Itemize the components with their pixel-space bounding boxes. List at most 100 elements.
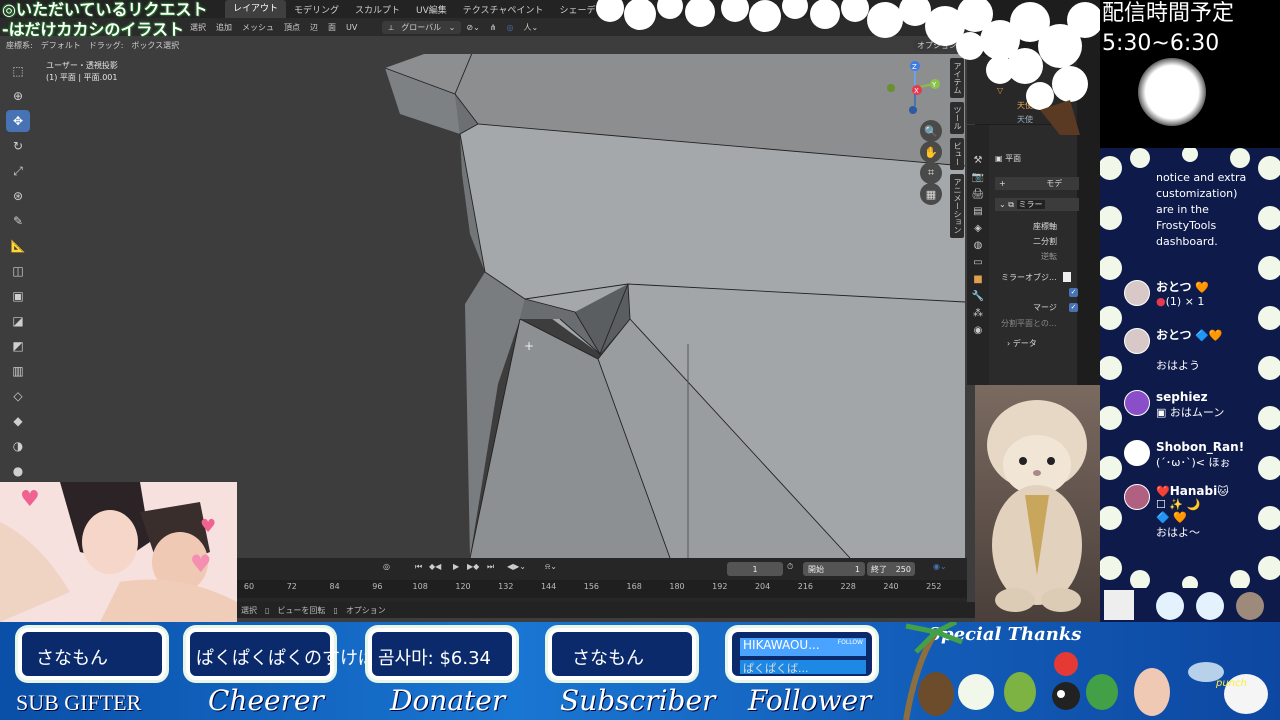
chat-text: (1) × 1 [1165,295,1205,308]
start-frame-field[interactable]: 開始 1 [803,562,865,576]
emote-row: ☐ ✨ 🌙 [1156,498,1201,511]
inset-icon[interactable]: ◪ [6,310,30,332]
frame-tick: 144 [540,582,557,591]
mirror-object-field[interactable] [1063,272,1071,282]
transform-orientation-value: グローバル [401,22,442,32]
drag-value[interactable]: ボックス選択 [127,40,183,51]
frame-tick: 156 [583,582,600,591]
tab-texture-paint[interactable]: テクスチャペイント [455,3,552,16]
menu-edge[interactable]: 辺 [305,22,323,33]
merge-checkbox[interactable]: ✓ [1069,303,1078,312]
illustration-image: ♥ ♥ ♥ [0,482,237,622]
follower-value: HIKAWAOU... [743,638,820,652]
end-frame-field[interactable]: 終了 250 [867,562,915,576]
wrench-icon[interactable]: 🔧 [972,291,984,302]
request-title: ◎いただいているリクエスト -はだけカカシのイラスト [2,0,207,40]
jump-end-icon[interactable]: ⏭ [487,562,494,572]
add-modifier-button[interactable]: + モデ [995,177,1079,190]
physics-icon[interactable]: ◉ [974,325,983,336]
annotate-icon[interactable]: ✎ [6,210,30,232]
world-icon[interactable]: ◍ [974,240,983,251]
jump-start-icon[interactable]: ⏮ [415,562,422,572]
frame-tick: 180 [669,582,685,591]
prev-key-icon[interactable]: ◆◀ [429,562,441,571]
snap-icon[interactable]: ⋔ [485,23,502,32]
menu-mesh[interactable]: メッシュ [237,22,279,33]
add-cube-icon[interactable]: ◫ [6,260,30,282]
render-icon[interactable]: 📷 [972,172,984,183]
record-icon[interactable]: ◎ [383,562,390,571]
mirror-modifier-header[interactable]: ⌄ ⧉ ミラー [995,198,1079,211]
tab-modeling[interactable]: モデリング [286,3,347,16]
tab-uv-edit[interactable]: UV編集 [408,3,455,16]
output-icon[interactable]: 🖨 [972,189,985,200]
keying-icon[interactable]: ◀▶⌄ [507,562,526,571]
keyframe-icon[interactable]: ⍾⌄ [545,562,557,572]
loop-cut-icon[interactable]: ▥ [6,360,30,382]
emote-row-2: 🔷 🧡 [1156,511,1187,524]
start-label: 開始 [808,564,824,574]
transform-orientation-dropdown[interactable]: ⟂ グローバル ⌄ [382,20,462,34]
frame-tick: 120 [455,582,471,591]
tab-animation[interactable]: アニメーション [950,174,964,238]
measure-icon[interactable]: 📐 [6,235,30,257]
menu-vertex[interactable]: 頂点 [279,22,305,33]
data-section[interactable]: › データ [1007,338,1037,349]
tab-layout[interactable]: レイアウト [225,0,287,18]
grid-icon[interactable]: ▦ [920,183,942,205]
spin-icon[interactable]: ◑ [6,435,30,457]
rotate-icon[interactable]: ↻ [6,135,30,157]
chat-message: おとつ 🧡 ●(1) × 1 [1156,278,1280,308]
heart-icon-3: ♥ [190,550,212,578]
extrude-icon[interactable]: ▣ [6,285,30,307]
select-box-icon[interactable]: ⬚ [6,60,30,82]
menu-face[interactable]: 面 [323,22,341,33]
tab-view[interactable]: ビュー [950,138,964,170]
move-icon[interactable]: ✥ [6,110,30,132]
timeline[interactable]: ◎ ⏮ ◆◀ ▶ ▶◆ ⏭ ◀▶⌄ ⍾⌄ 1 ⏱ 開始 1 終了 250 ◉⌄ … [237,558,967,602]
smooth-icon[interactable]: ● [6,460,30,482]
tab-sculpt[interactable]: スカルプト [347,3,408,16]
menu-add[interactable]: 追加 [211,22,237,33]
schedule-panel: 配信時間予定 5:30~6:30 [1100,0,1280,148]
scene-icon[interactable]: ◈ [974,223,982,234]
current-frame-field[interactable]: 1 [727,562,783,576]
schedule-time: 5:30~6:30 [1102,31,1220,56]
next-key-icon[interactable]: ▶◆ [467,562,479,571]
proportional-icon[interactable]: ◎ [502,23,519,32]
request-line-2: -はだけカカシのイラスト [2,20,185,39]
cat-icon: 🐱 [1217,485,1229,498]
view-projection: ユーザー・透視投影 [46,61,118,70]
frame-tick: 96 [372,582,383,591]
play-icon[interactable]: ▶ [453,562,459,571]
mouse-icon: ▯ [265,605,270,615]
drag-label: ドラッグ: [88,40,124,50]
cursor-tool-icon[interactable]: ⊕ [6,85,30,107]
camera-icon[interactable]: ⌗ [920,162,942,184]
frame-ruler[interactable]: 60 72 84 96 108 120 132 144 156 168 180 192 204 216 22… [237,580,967,598]
tool-props-icon[interactable]: ⚒ [974,155,983,166]
request-line-1: ◎いただいているリクエスト [2,0,208,19]
knife-icon[interactable]: ◇ [6,385,30,407]
cheerer-box: ぱくぱくぱくのすけぱ [186,628,376,680]
mouse-icon-2: ▯ [333,605,338,615]
view-object: (1) 平面 | 平面.001 [46,73,118,82]
poly-build-icon[interactable]: ◆ [6,410,30,432]
person-icon[interactable]: 人⌄ [518,22,543,33]
scale-icon[interactable]: ⤢ [6,160,30,182]
mirror-checkbox[interactable]: ✓ [1069,288,1078,297]
bevel-icon[interactable]: ◩ [6,335,30,357]
pivot-icon[interactable]: ⊘⌄ [461,23,484,32]
collection-icon[interactable]: ▭ [973,257,982,268]
chat-message: Shobon_Ran! (´･ω･`)< ほぉ [1156,440,1280,470]
avatar [1124,390,1150,416]
menu-uv[interactable]: UV [341,23,362,32]
object-icon[interactable]: ■ [973,274,982,285]
particles-icon[interactable]: ⁂ [973,308,983,319]
pan-hand-icon[interactable]: ✋ [920,141,942,163]
sync-icon[interactable]: ◉⌄ [933,562,947,571]
transform-icon[interactable]: ⊛ [6,185,30,207]
view-layer-icon[interactable]: ▤ [973,206,982,217]
coord-value[interactable]: デフォルト [37,40,85,51]
cheer-icon: ● [1156,295,1166,308]
